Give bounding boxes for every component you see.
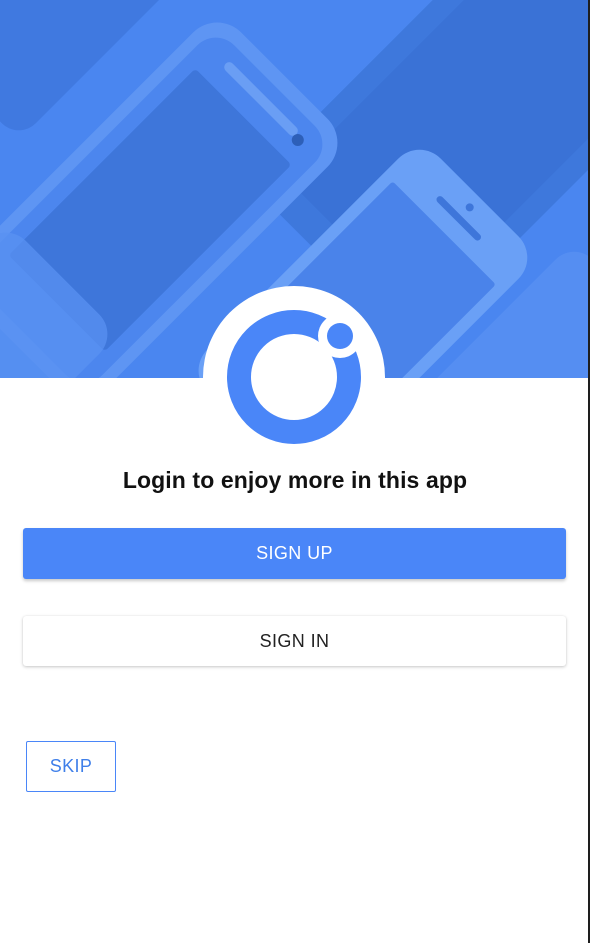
sign-up-button[interactable]: SIGN UP [23, 528, 566, 579]
sign-in-button[interactable]: SIGN IN [23, 616, 566, 666]
skip-button[interactable]: SKIP [26, 741, 116, 792]
app-logo [203, 286, 385, 468]
login-prompt-text: Login to enjoy more in this app [122, 467, 468, 493]
welcome-screen: Login to enjoy more in this app SIGN UP … [0, 0, 590, 943]
ionic-logo-icon [203, 286, 385, 468]
